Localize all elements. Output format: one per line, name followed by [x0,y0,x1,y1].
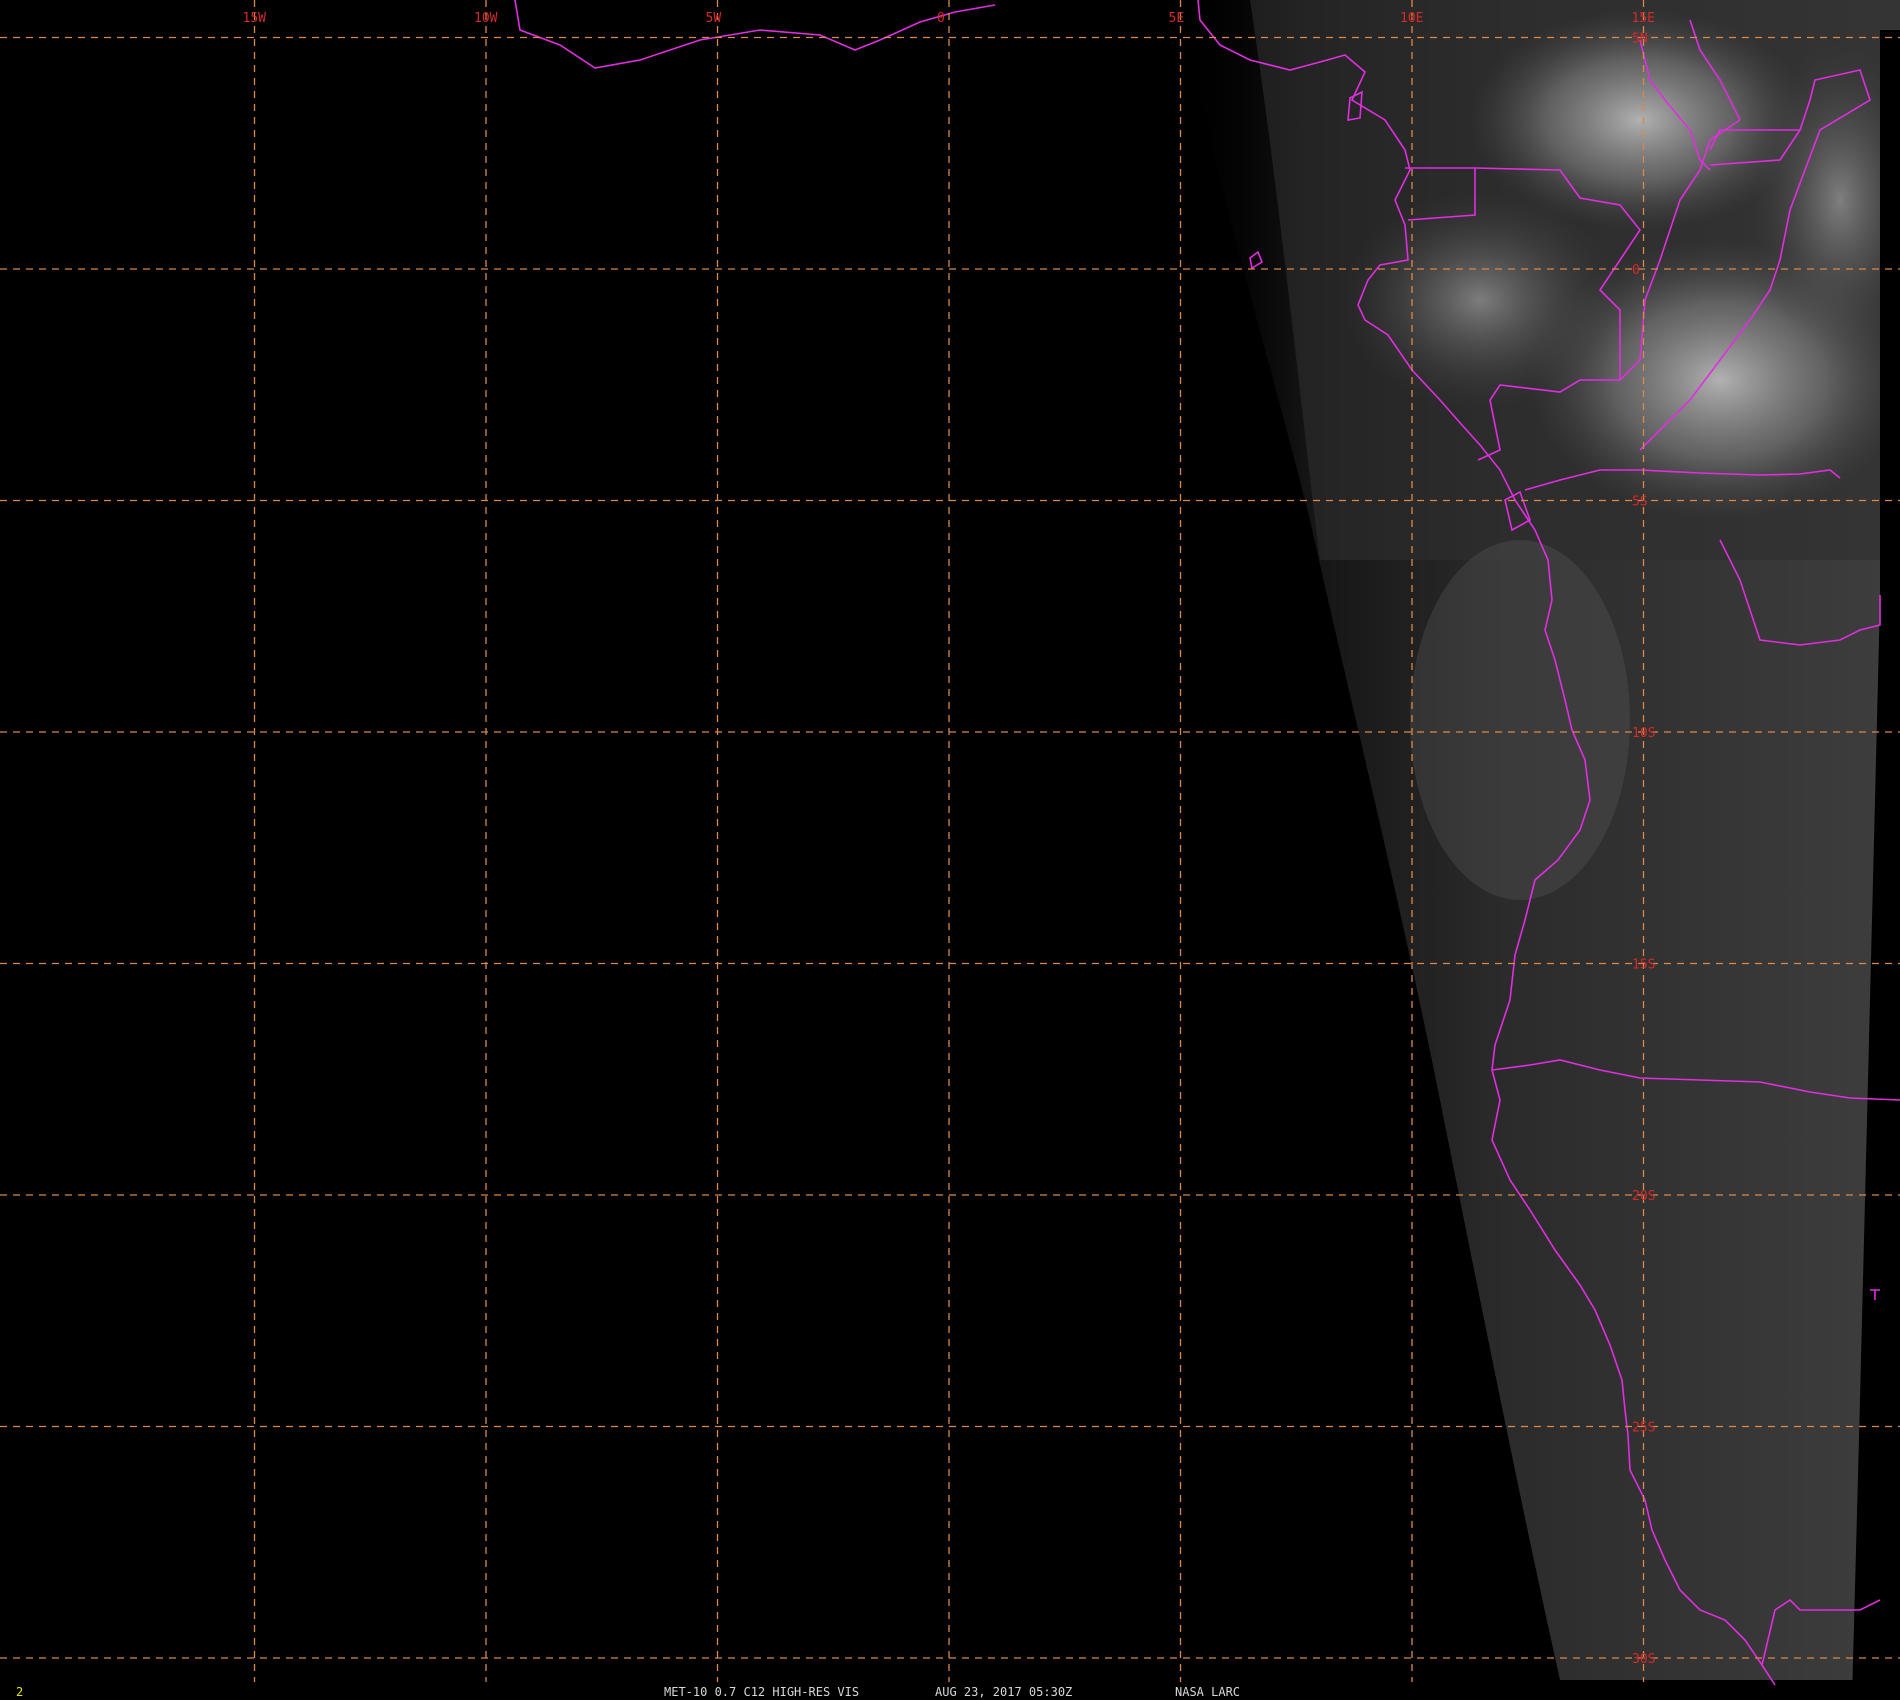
satellite-map: 15W 10W 5W 0 5E 10E 15E 5N 0 5S 10S 15S 20S 25S 30S 2 … [0,0,1900,1700]
longitude-label: 5W [706,11,722,26]
latitude-label: 10S [1632,726,1655,741]
satellite-image-viewer: 15W 10W 5W 0 5E 10E 15E 5N 0 5S 10S 15S 20S 25S 30S 2 … [0,0,1900,1700]
longitude-label: 10E [1400,11,1423,26]
longitude-label: 5E [1169,11,1185,26]
latitude-label: 30S [1632,1652,1655,1667]
stratus-deck-offshore [1410,540,1630,900]
latitude-label: 15S [1632,958,1655,973]
longitude-label: 15W [243,11,267,26]
frame-number: 2 [16,1685,23,1699]
datetime-label: AUG 23, 2017 05:30Z [935,1685,1072,1699]
latitude-label: 25S [1632,1421,1655,1436]
longitude-label: 15E [1632,11,1655,26]
product-label: MET-10 0.7 C12 HIGH-RES VIS [664,1685,859,1699]
longitude-label: 10W [474,11,498,26]
cloud-mass-coast [1340,190,1620,410]
coastline-gulf-of-guinea [514,0,996,69]
longitude-label: 0 [937,11,945,26]
imagery-layer [1180,0,1900,1700]
latitude-label: 5S [1632,495,1648,510]
image-footer: 2 MET-10 0.7 C12 HIGH-RES VIS AUG 23, 20… [16,1685,1240,1699]
source-label: NASA LARC [1175,1685,1240,1699]
latitude-label: 20S [1632,1189,1655,1204]
latitude-label: 5N [1632,32,1648,47]
latitude-label: 0 [1632,263,1640,278]
